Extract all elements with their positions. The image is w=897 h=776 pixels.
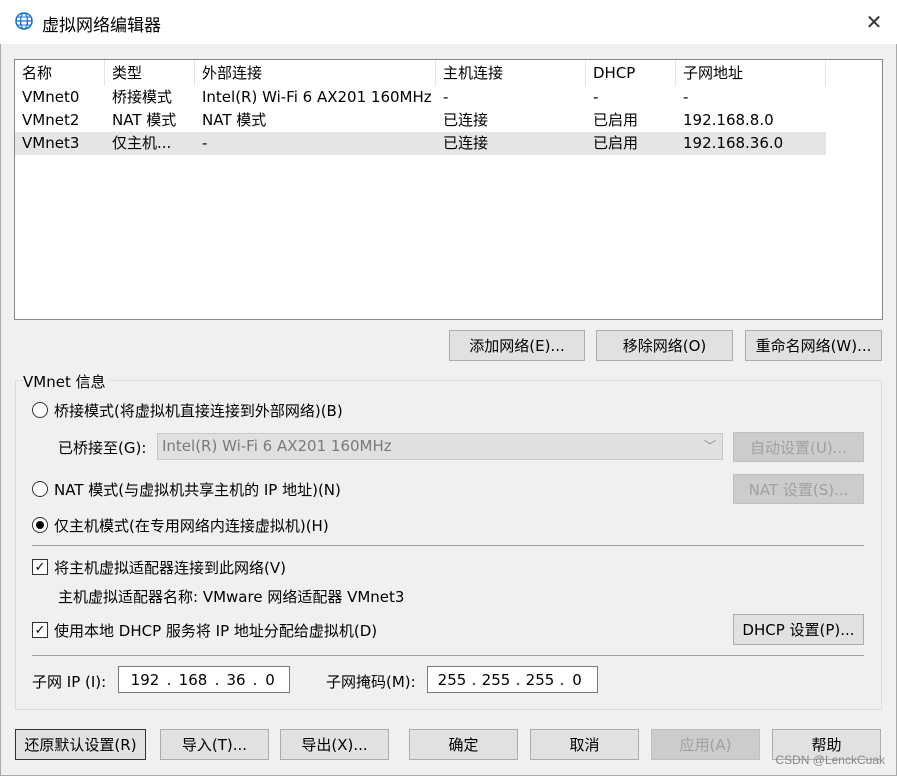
ip-octet[interactable]: 36	[221, 671, 251, 689]
table-cell: -	[202, 134, 208, 152]
mask-octet[interactable]: 255	[478, 671, 514, 689]
table-cell: 已连接	[443, 134, 489, 152]
bridge-mode-radio[interactable]: 桥接模式(将虚拟机直接连接到外部网络)(B)	[32, 400, 343, 420]
table-row-selected[interactable]: VMnet3 仅主机... - 已连接 已启用 192.168.36.0	[15, 132, 826, 155]
separator	[32, 545, 864, 546]
dhcp-label: 使用本地 DHCP 服务将 IP 地址分配给虚拟机(D)	[54, 621, 378, 640]
vmnet-info-title: VMnet 信息	[23, 371, 109, 392]
globe-icon	[14, 11, 34, 31]
connect-adapter-checkbox[interactable]: ✓ 将主机虚拟适配器连接到此网络(V)	[32, 557, 286, 577]
add-network-button[interactable]: 添加网络(E)...	[449, 330, 585, 361]
radio-dot	[36, 521, 44, 529]
cancel-button[interactable]: 取消	[530, 729, 639, 760]
host-only-mode-radio[interactable]: 仅主机模式(在专用网络内连接虚拟机)(H)	[32, 515, 329, 535]
table-cell: -	[683, 88, 689, 106]
table-cell: -	[593, 88, 599, 106]
list-header: 名称 类型 外部连接 主机连接 DHCP 子网地址	[15, 60, 882, 86]
chevron-down-icon: ﹀	[703, 439, 716, 453]
ip-octet[interactable]: 168	[173, 671, 213, 689]
table-cell: 已连接	[443, 111, 489, 129]
import-button[interactable]: 导入(T)...	[160, 729, 269, 760]
radio-button[interactable]	[32, 481, 48, 497]
subnet-mask-input[interactable]: 255. 255. 255. 0	[427, 666, 598, 693]
close-icon: ✕	[865, 10, 883, 34]
radio-button[interactable]	[32, 402, 48, 418]
nat-mode-radio[interactable]: NAT 模式(与虚拟机共享主机的 IP 地址)(N)	[32, 479, 341, 499]
bridged-to-value: Intel(R) Wi-Fi 6 AX201 160MHz	[162, 437, 392, 455]
table-cell: 192.168.36.0	[683, 134, 784, 152]
bridged-to-select[interactable]: Intel(R) Wi-Fi 6 AX201 160MHz ﹀	[157, 433, 723, 460]
column-header-external[interactable]: 外部连接	[195, 60, 436, 86]
remove-network-button[interactable]: 移除网络(O)	[596, 330, 733, 361]
dhcp-settings-button[interactable]: DHCP 设置(P)...	[733, 614, 864, 645]
adapter-name-text: 主机虚拟适配器名称: VMware 网络适配器 VMnet3	[58, 588, 405, 606]
table-cell: NAT 模式	[202, 111, 267, 129]
subnet-ip-input[interactable]: 192. 168. 36. 0	[118, 666, 290, 693]
table-cell: 桥接模式	[112, 88, 173, 106]
table-cell: 仅主机...	[112, 134, 172, 152]
subnet-mask-label: 子网掩码(M):	[326, 673, 416, 691]
table-cell: -	[443, 88, 449, 106]
table-cell: VMnet2	[22, 111, 80, 129]
host-only-mode-label: 仅主机模式(在专用网络内连接虚拟机)(H)	[54, 516, 329, 535]
checkbox-checked[interactable]: ✓	[32, 622, 48, 638]
separator	[32, 655, 864, 656]
network-list[interactable]: 名称 类型 外部连接 主机连接 DHCP 子网地址 VMnet0 桥接模式 In…	[14, 59, 883, 320]
table-cell: NAT 模式	[112, 111, 177, 129]
table-row[interactable]: VMnet2 NAT 模式 NAT 模式 已连接 已启用 192.168.8.0	[15, 109, 882, 132]
watermark: CSDN @LenckCuak	[775, 753, 885, 767]
column-header-subnet[interactable]: 子网地址	[676, 60, 826, 86]
dhcp-checkbox[interactable]: ✓ 使用本地 DHCP 服务将 IP 地址分配给虚拟机(D)	[32, 620, 377, 640]
nat-settings-button[interactable]: NAT 设置(S)...	[733, 474, 864, 504]
table-row[interactable]: VMnet0 桥接模式 Intel(R) Wi-Fi 6 AX201 160MH…	[15, 86, 882, 109]
table-cell: VMnet0	[22, 88, 80, 106]
table-cell: VMnet3	[22, 134, 80, 152]
column-header-host[interactable]: 主机连接	[436, 60, 586, 86]
ip-octet[interactable]: 192	[125, 671, 165, 689]
connect-adapter-label: 将主机虚拟适配器连接到此网络(V)	[54, 558, 286, 577]
mask-octet[interactable]: 0	[566, 671, 588, 689]
column-header-name[interactable]: 名称	[15, 60, 105, 86]
mask-octet[interactable]: 255	[434, 671, 470, 689]
ip-octet[interactable]: 0	[259, 671, 281, 689]
ok-button[interactable]: 确定	[409, 729, 518, 760]
radio-button-selected[interactable]	[32, 517, 48, 533]
table-cell: 已启用	[593, 111, 639, 129]
column-header-type[interactable]: 类型	[105, 60, 195, 86]
checkbox-checked[interactable]: ✓	[32, 559, 48, 575]
apply-button[interactable]: 应用(A)	[651, 729, 760, 760]
restore-defaults-button[interactable]: 还原默认设置(R)	[15, 729, 146, 760]
rename-network-button[interactable]: 重命名网络(W)...	[745, 330, 882, 361]
title-bar: 虚拟网络编辑器 ✕	[0, 0, 897, 44]
column-header-dhcp[interactable]: DHCP	[586, 60, 676, 86]
table-cell: 已启用	[593, 134, 639, 152]
nat-mode-label: NAT 模式(与虚拟机共享主机的 IP 地址)(N)	[54, 480, 341, 499]
bridge-mode-label: 桥接模式(将虚拟机直接连接到外部网络)(B)	[54, 401, 343, 420]
export-button[interactable]: 导出(X)...	[280, 729, 389, 760]
close-button[interactable]: ✕	[851, 0, 897, 44]
mask-octet[interactable]: 255	[522, 671, 558, 689]
window-title: 虚拟网络编辑器	[42, 16, 161, 36]
subnet-ip-label: 子网 IP (I):	[32, 673, 107, 691]
auto-settings-button[interactable]: 自动设置(U)...	[733, 432, 864, 462]
table-cell: Intel(R) Wi-Fi 6 AX201 160MHz	[202, 88, 432, 106]
table-cell: 192.168.8.0	[683, 111, 774, 129]
bridged-to-label: 已桥接至(G):	[58, 439, 147, 457]
